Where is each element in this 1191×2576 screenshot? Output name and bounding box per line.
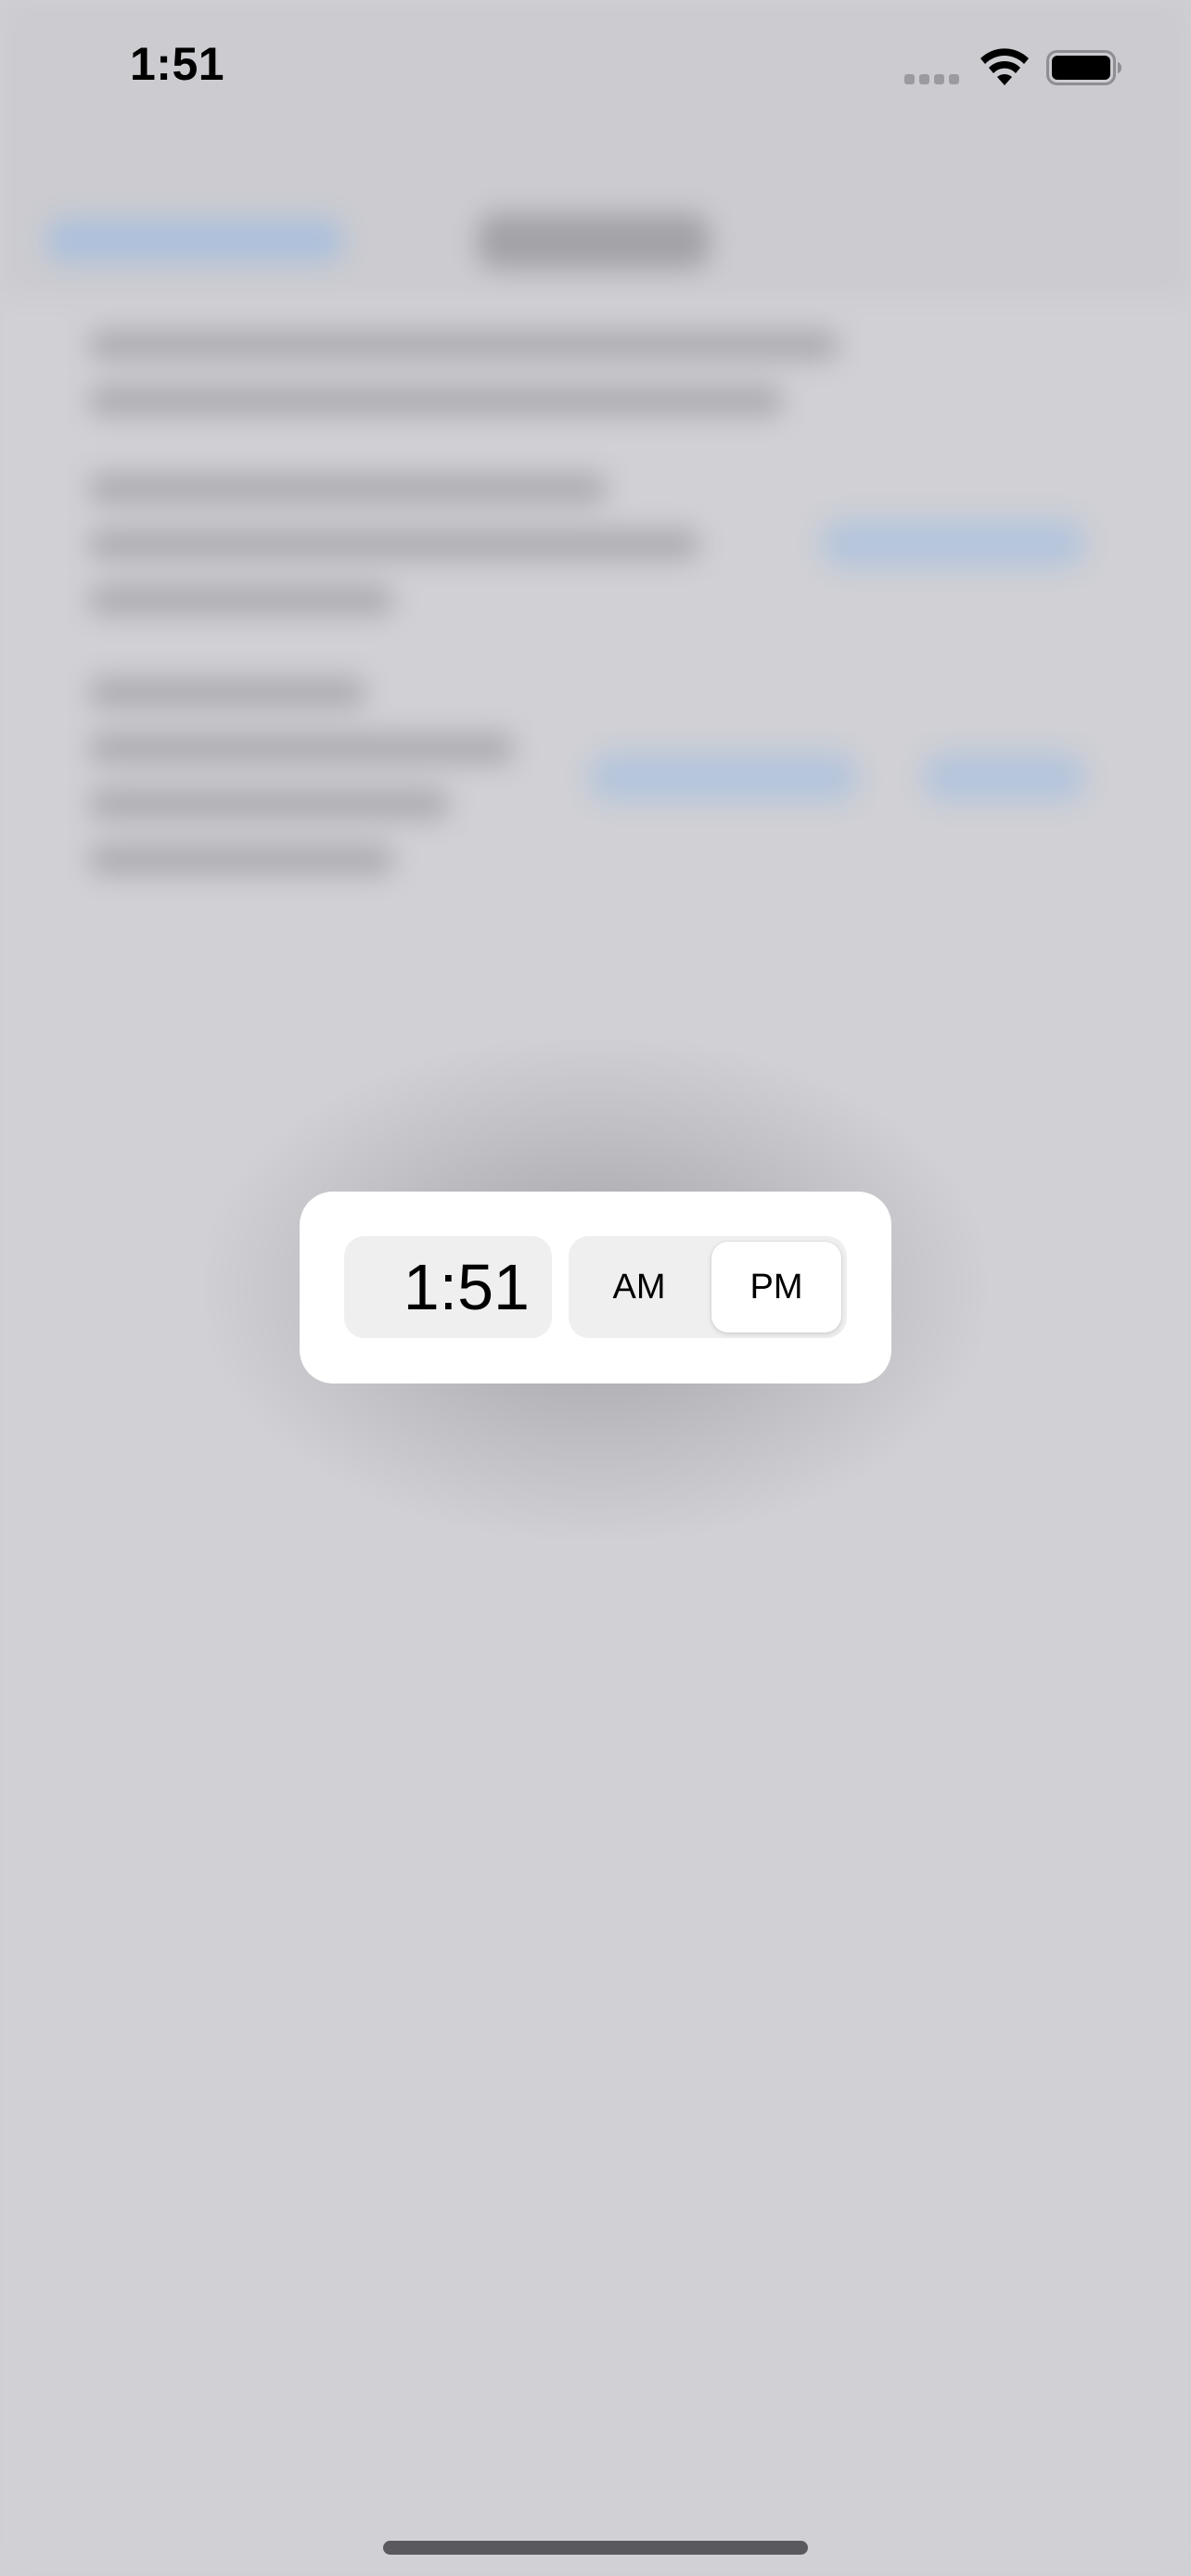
home-indicator[interactable] (383, 2541, 808, 2555)
battery-full-icon (1046, 50, 1122, 85)
pm-segment[interactable]: PM (711, 1242, 841, 1333)
am-segment[interactable]: AM (574, 1242, 704, 1333)
status-time: 1:51 (130, 38, 225, 90)
time-value: 1:51 (403, 1251, 530, 1323)
wifi-icon (979, 45, 1031, 85)
status-bar: 1:51 (0, 0, 1191, 139)
time-field[interactable]: 1:51 (344, 1236, 552, 1338)
time-picker-popover: 1:51 AM PM (300, 1192, 891, 1384)
cellular-signal-icon (904, 74, 962, 87)
am-pm-segmented-control[interactable]: AM PM (569, 1236, 847, 1338)
